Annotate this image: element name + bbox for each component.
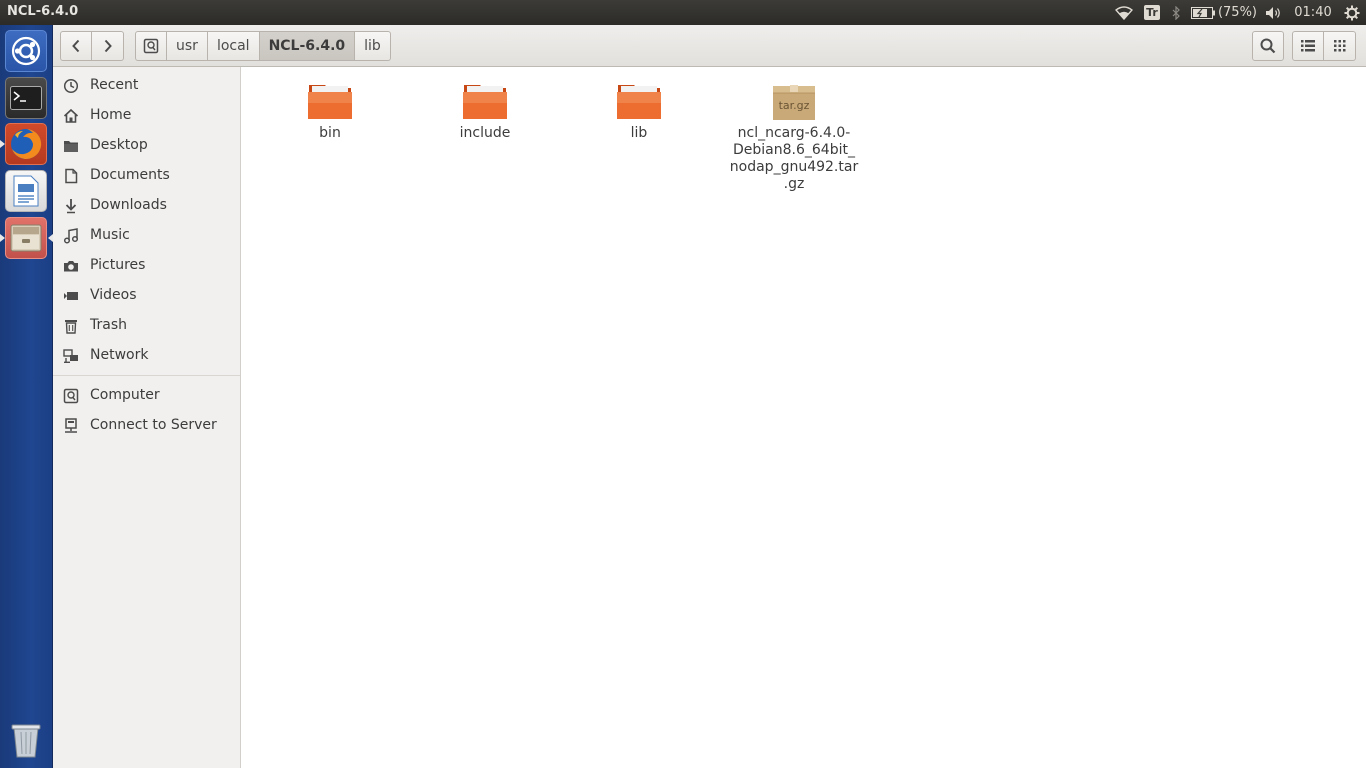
list-view-icon	[1301, 40, 1315, 52]
file-name: bin	[319, 125, 341, 141]
file-view: bin include lib tar.gz ncl_ncarg-6.4.0-D…	[245, 67, 1366, 768]
navigation-buttons	[60, 31, 124, 61]
network-icon	[63, 348, 79, 364]
sidebar-item-label: Music	[90, 227, 130, 243]
path-segment-lib[interactable]: lib	[355, 31, 391, 61]
path-bar: usr local NCL-6.4.0 lib	[135, 31, 391, 61]
sidebar-item-desktop[interactable]: Desktop	[53, 131, 240, 161]
bluetooth-icon[interactable]	[1164, 0, 1188, 25]
firefox-icon[interactable]	[5, 123, 47, 165]
sidebar-item-downloads[interactable]: Downloads	[53, 191, 240, 221]
chevron-left-icon	[72, 39, 80, 53]
search-button[interactable]	[1252, 31, 1284, 61]
sidebar-item-recent[interactable]: Recent	[53, 71, 240, 101]
sidebar-divider	[53, 375, 240, 376]
launcher	[0, 25, 53, 768]
folder-icon	[461, 79, 509, 127]
sidebar-item-label: Documents	[90, 167, 170, 183]
sidebar-item-label: Network	[90, 347, 149, 363]
sidebar: Recent Home Desktop Documents Downloads …	[53, 67, 241, 768]
path-root-button[interactable]	[135, 31, 167, 61]
terminal-icon[interactable]	[5, 77, 47, 119]
path-segment-usr[interactable]: usr	[167, 31, 208, 61]
battery-percentage: (75%)	[1217, 5, 1258, 20]
header-bar: usr local NCL-6.4.0 lib	[53, 25, 1366, 67]
sidebar-item-label: Home	[90, 107, 132, 123]
chevron-right-icon	[104, 39, 112, 53]
drive-icon	[63, 388, 79, 404]
clock-icon	[63, 78, 79, 94]
sidebar-item-home[interactable]: Home	[53, 101, 240, 131]
search-icon	[1260, 38, 1276, 54]
drive-icon	[143, 38, 159, 54]
clock[interactable]: 01:40	[1288, 0, 1338, 25]
sidebar-item-label: Desktop	[90, 137, 148, 153]
file-name: ncl_ncarg-6.4.0-Debian8.6_64bit_nodap_gn…	[729, 125, 859, 192]
battery-indicator[interactable]: (75%)	[1188, 0, 1260, 25]
music-icon	[63, 228, 79, 244]
volume-icon[interactable]	[1260, 0, 1288, 25]
indicator-area: Tr (75%) 01:40	[1108, 0, 1366, 25]
folder-icon	[306, 79, 354, 127]
forward-button[interactable]	[92, 31, 124, 61]
sidebar-item-label: Videos	[90, 287, 137, 303]
sidebar-item-label: Recent	[90, 77, 139, 93]
sidebar-item-label: Computer	[90, 387, 160, 403]
sidebar-item-label: Trash	[90, 317, 127, 333]
sidebar-item-connect-to-server[interactable]: Connect to Server	[53, 411, 240, 441]
archive-type-label: tar.gz	[778, 99, 810, 112]
archive-box-icon: tar.gz	[770, 79, 818, 127]
file-name: lib	[630, 125, 648, 141]
window-title: NCL-6.4.0	[7, 4, 79, 19]
sidebar-item-network[interactable]: Network	[53, 341, 240, 371]
wifi-icon[interactable]	[1108, 0, 1140, 25]
libreoffice-writer-icon[interactable]	[5, 170, 47, 212]
sidebar-item-label: Downloads	[90, 197, 167, 213]
sidebar-item-documents[interactable]: Documents	[53, 161, 240, 191]
document-icon	[63, 168, 79, 184]
battery-icon	[1190, 6, 1215, 19]
sidebar-item-pictures[interactable]: Pictures	[53, 251, 240, 281]
trash-icon[interactable]	[5, 720, 47, 762]
grid-view-icon	[1333, 40, 1345, 52]
path-segment-local[interactable]: local	[207, 31, 260, 61]
trash-icon	[63, 318, 79, 334]
sidebar-item-music[interactable]: Music	[53, 221, 240, 251]
sidebar-item-videos[interactable]: Videos	[53, 281, 240, 311]
sidebar-item-trash[interactable]: Trash	[53, 311, 240, 341]
ubuntu-dash-icon[interactable]	[5, 30, 47, 72]
path-segment-ncl[interactable]: NCL-6.4.0	[259, 31, 356, 61]
server-icon	[63, 418, 79, 434]
download-icon	[63, 198, 79, 214]
sidebar-item-label: Pictures	[90, 257, 146, 273]
camera-icon	[63, 258, 79, 274]
file-item-include[interactable]: include	[420, 79, 550, 142]
grid-view-button[interactable]	[1324, 31, 1356, 61]
file-name: include	[459, 125, 511, 141]
file-item-ncl-archive[interactable]: tar.gz ncl_ncarg-6.4.0-Debian8.6_64bit_n…	[729, 79, 859, 193]
video-icon	[63, 288, 79, 304]
system-menu-gear-icon[interactable]	[1338, 0, 1366, 25]
home-icon	[63, 108, 79, 124]
sidebar-item-label: Connect to Server	[90, 417, 217, 433]
keyboard-layout-label: Tr	[1144, 5, 1160, 20]
list-view-button[interactable]	[1292, 31, 1324, 61]
file-item-bin[interactable]: bin	[265, 79, 395, 142]
top-panel: NCL-6.4.0 Tr (75%) 01:40	[0, 0, 1366, 25]
folder-icon	[63, 138, 79, 154]
keyboard-layout-indicator[interactable]: Tr	[1140, 0, 1164, 25]
back-button[interactable]	[60, 31, 92, 61]
file-item-lib[interactable]: lib	[574, 79, 704, 142]
folder-icon	[615, 79, 663, 127]
files-icon[interactable]	[5, 217, 47, 259]
sidebar-item-computer[interactable]: Computer	[53, 381, 240, 411]
